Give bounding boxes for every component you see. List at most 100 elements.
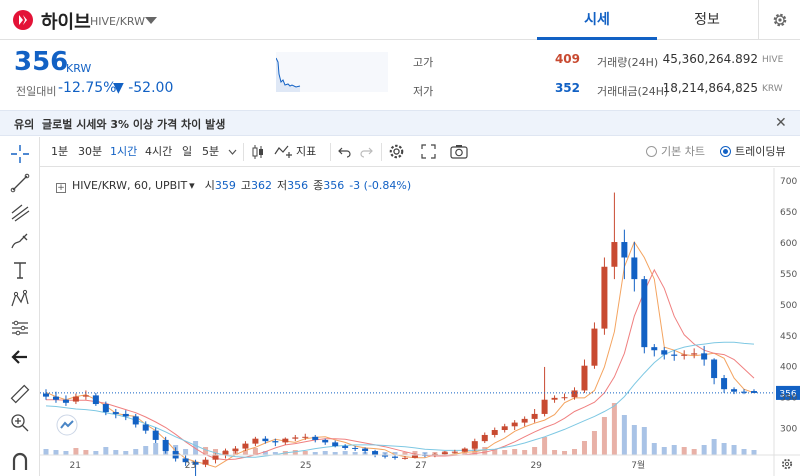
candle-body — [92, 395, 99, 405]
price-axis-label: 400 — [780, 363, 797, 373]
interval-1m[interactable]: 1분 — [51, 145, 68, 159]
tradingview-label[interactable]: 트레이딩뷰 — [735, 145, 786, 159]
indicator-button[interactable]: 지표 — [296, 145, 316, 159]
volume-bar — [591, 431, 597, 455]
volume-value: 45,360,264.892 — [662, 52, 758, 66]
fib-tool-icon[interactable] — [9, 201, 31, 223]
volume-unit: HIVE — [762, 55, 784, 65]
volume-bar — [532, 447, 538, 455]
legend-open: 359 — [214, 179, 236, 192]
chevron-down-icon[interactable]: ▾ — [189, 179, 195, 192]
interval-30m[interactable]: 30분 — [78, 145, 102, 159]
volume-bar — [322, 451, 328, 455]
amount-value: 18,214,864,825 — [662, 81, 758, 95]
volume-bar — [721, 443, 727, 455]
candle-body — [362, 448, 369, 452]
legend-high: 362 — [250, 179, 272, 192]
chevron-down-icon[interactable] — [228, 148, 237, 156]
pair-dropdown-icon[interactable] — [145, 17, 157, 24]
volume-bar — [691, 449, 697, 455]
volume-bar — [292, 450, 298, 455]
volume-bar — [143, 446, 149, 455]
volume-bar — [53, 450, 59, 455]
price-gap-notice: 유의 글로벌 시세와 3% 이상 가격 차이 발생 ✕ — [0, 110, 800, 136]
candle-type-icon[interactable] — [250, 143, 266, 161]
interval-day[interactable]: 일 — [182, 145, 192, 159]
candle-body — [711, 359, 718, 379]
candle-body — [262, 438, 269, 442]
tradingview-radio[interactable] — [720, 146, 731, 157]
candle-body — [82, 395, 89, 397]
volume-bar — [651, 443, 657, 455]
chart-settings-icon[interactable] — [388, 143, 405, 160]
candle-body — [511, 422, 518, 427]
pattern-tool-icon[interactable] — [9, 288, 31, 310]
basic-chart-label[interactable]: 기본 차트 — [661, 145, 705, 159]
settings-button[interactable] — [758, 0, 800, 40]
candle-body — [122, 413, 129, 417]
candle-body — [721, 378, 728, 390]
tab-info[interactable]: 정보 — [657, 0, 757, 40]
time-axis-label: 27 — [415, 461, 426, 471]
low-label: 저가 — [413, 85, 434, 98]
candle-body — [441, 452, 448, 455]
candle-body — [651, 347, 658, 351]
indicator-icon[interactable] — [274, 142, 292, 160]
ruler-icon[interactable] — [9, 383, 31, 405]
current-price: 356 — [14, 47, 69, 77]
price-summary: 356 KRW 전일대비 -12.75% ▼ -52.00 고가 409 저가 … — [0, 40, 800, 108]
tab-quote[interactable]: 시세 — [537, 0, 657, 40]
coin-pair[interactable]: HIVE/KRW — [90, 15, 145, 28]
volume-bar — [681, 447, 687, 455]
candle-body — [531, 413, 538, 419]
legend-toggle-icon[interactable]: + — [56, 183, 66, 193]
candle-body — [252, 438, 259, 444]
candle-body — [132, 416, 139, 425]
chart-canvas[interactable]: 356 300 350 400 450 500 550 600 650 700 21 23 25 27 2… — [40, 168, 800, 476]
volume-bar — [63, 451, 69, 455]
volume-bar — [621, 415, 627, 455]
zoom-in-icon[interactable] — [9, 412, 31, 434]
candle-body — [392, 456, 399, 458]
tradingview-logo-icon[interactable] — [56, 414, 78, 436]
volume-bar — [661, 447, 667, 455]
legend-change: -3 (-0.84%) — [349, 179, 412, 192]
volume-bar — [113, 450, 119, 455]
trend-line-icon[interactable] — [9, 172, 31, 194]
back-arrow-icon[interactable] — [9, 346, 31, 368]
candle-body — [571, 390, 578, 398]
interval-1h[interactable]: 1시간 — [110, 145, 137, 159]
volume-bar — [133, 449, 139, 455]
close-icon[interactable]: ✕ — [775, 116, 787, 130]
candle-body — [501, 426, 508, 431]
candle-body — [611, 242, 618, 267]
candle-body — [62, 399, 69, 403]
candle-body — [102, 404, 109, 413]
redo-icon[interactable] — [359, 146, 373, 158]
price-chart[interactable]: 356 300 350 400 450 500 550 600 650 700 21 23 25 27 2… — [40, 168, 800, 476]
camera-icon[interactable] — [450, 144, 468, 159]
volume-bar — [631, 425, 637, 455]
candle-body — [671, 354, 678, 356]
crosshair-icon[interactable] — [9, 143, 31, 165]
legend-symbol[interactable]: HIVE/KRW, 60, UPBIT — [72, 179, 187, 192]
prediction-tool-icon[interactable] — [9, 317, 31, 339]
amount-unit: KRW — [762, 84, 783, 94]
moving-average-line — [45, 341, 755, 458]
candle-body — [342, 446, 349, 448]
volume-bar — [542, 437, 548, 455]
interval-4h[interactable]: 4시간 — [145, 145, 172, 159]
volume-bar — [701, 445, 707, 455]
magnet-icon[interactable] — [9, 450, 31, 472]
basic-chart-radio[interactable] — [646, 146, 657, 157]
brush-icon[interactable] — [9, 230, 31, 252]
fullscreen-icon[interactable] — [421, 144, 436, 159]
text-tool-icon[interactable] — [9, 259, 31, 281]
candle-body — [272, 441, 279, 443]
interval-5m[interactable]: 5분 — [202, 145, 219, 159]
volume-bar — [562, 451, 568, 455]
candle-body — [561, 397, 568, 399]
volume-bar — [83, 450, 89, 455]
volume-bar — [572, 449, 578, 455]
undo-icon[interactable] — [338, 146, 352, 158]
